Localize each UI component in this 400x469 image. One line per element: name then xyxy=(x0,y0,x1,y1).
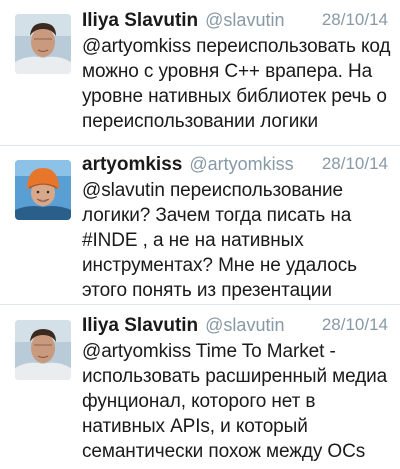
tweet-text-line: логики? Зачем тогда писать на xyxy=(82,205,352,226)
author-name[interactable]: Iliya Slavutin xyxy=(82,10,198,31)
tweet-text-line: @artyomkiss Time To Market - xyxy=(82,341,336,362)
tweet-date[interactable]: 28/10/14 xyxy=(322,7,388,33)
tweet-item[interactable]: Iliya Slavutin @slavutin 28/10/14 @artyom… xyxy=(0,305,400,469)
tweet-text-line: @slavutin переиспользование xyxy=(82,180,343,201)
tweet-text: @slavutin переиспользование логики? Заче… xyxy=(82,178,392,303)
tweet-timeline: Iliya Slavutin @slavutin 28/10/14 @artyom… xyxy=(0,0,400,469)
tweet-text-line: использовать расширенный медиа xyxy=(82,366,388,387)
screen-name[interactable]: @slavutin xyxy=(205,315,284,335)
avatar-photo-man-icon xyxy=(15,320,71,380)
tweet-header: Iliya Slavutin @slavutin 28/10/14 xyxy=(82,312,388,338)
tweet-item[interactable]: artyomkiss @artyomkiss 28/10/14 @slavutin… xyxy=(0,146,400,304)
tweet-text-line: @artyomkiss переиспользовать код xyxy=(82,36,391,57)
tweet-header: Iliya Slavutin @slavutin 28/10/14 xyxy=(82,7,388,33)
tweet-text-line: инструментах? Мне не удалось xyxy=(82,255,357,276)
tweet-text-line: фунционал, которого нет в xyxy=(82,391,316,412)
tweet-header: artyomkiss @artyomkiss 28/10/14 xyxy=(82,151,388,177)
tweet-text: @artyomkiss Time To Market - использоват… xyxy=(82,339,392,464)
avatar[interactable] xyxy=(15,14,71,74)
author-name[interactable]: Iliya Slavutin xyxy=(82,315,198,336)
tweet-text-line: нативных APIs, и который xyxy=(82,416,308,437)
author-name[interactable]: artyomkiss xyxy=(82,154,182,175)
tweet-text-line: переиспользовании логики xyxy=(82,111,318,132)
tweet-date[interactable]: 28/10/14 xyxy=(322,151,388,177)
tweet-text-line: семантически похож между OCs xyxy=(82,441,366,462)
tweet-text: @artyomkiss переиспользовать код можно с… xyxy=(82,34,392,134)
tweet-date[interactable]: 28/10/14 xyxy=(322,312,388,338)
tweet-text-line: этого понять из презентации xyxy=(82,280,332,301)
avatar-photo-man-icon xyxy=(15,14,71,74)
tweet-text-line: #INDE , а не на нативных xyxy=(82,230,304,251)
screen-name[interactable]: @slavutin xyxy=(205,10,284,30)
avatar[interactable] xyxy=(15,160,71,220)
tweet-item[interactable]: Iliya Slavutin @slavutin 28/10/14 @artyom… xyxy=(0,0,400,145)
screen-name[interactable]: @artyomkiss xyxy=(189,154,293,174)
tweet-text-line: можно с уровня C++ врапера. На xyxy=(82,61,373,82)
avatar[interactable] xyxy=(15,320,71,380)
tweet-text-line: уровне нативных библиотек речь о xyxy=(82,86,387,107)
avatar-photo-helmet-icon xyxy=(15,160,71,220)
